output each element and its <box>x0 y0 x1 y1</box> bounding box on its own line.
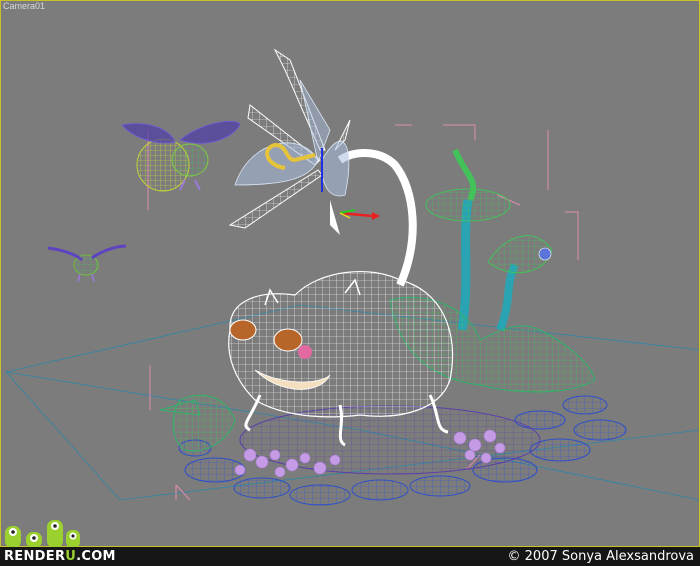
copyright-text: © 2007 Sonya Alexsandrova <box>507 549 694 564</box>
bee-large <box>121 120 241 192</box>
footer-bar: RENDERU.COM © 2007 Sonya Alexsandrova <box>0 547 700 566</box>
brand-prefix: RENDER <box>4 549 66 564</box>
flower-lamp <box>228 48 351 235</box>
scene-canvas[interactable] <box>0 0 700 547</box>
brand-suffix: .COM <box>76 549 116 564</box>
brand-accent: U <box>65 549 77 564</box>
brand-logo[interactable]: RENDERU.COM <box>4 547 116 566</box>
camera-viewport[interactable]: Camera01 <box>0 0 700 547</box>
frog-creature <box>228 149 454 447</box>
viewport-label[interactable]: Camera01 <box>3 1 45 11</box>
renderu-mascots-logo <box>5 520 80 548</box>
mushroom-right <box>487 235 553 332</box>
bee-small <box>47 244 127 283</box>
